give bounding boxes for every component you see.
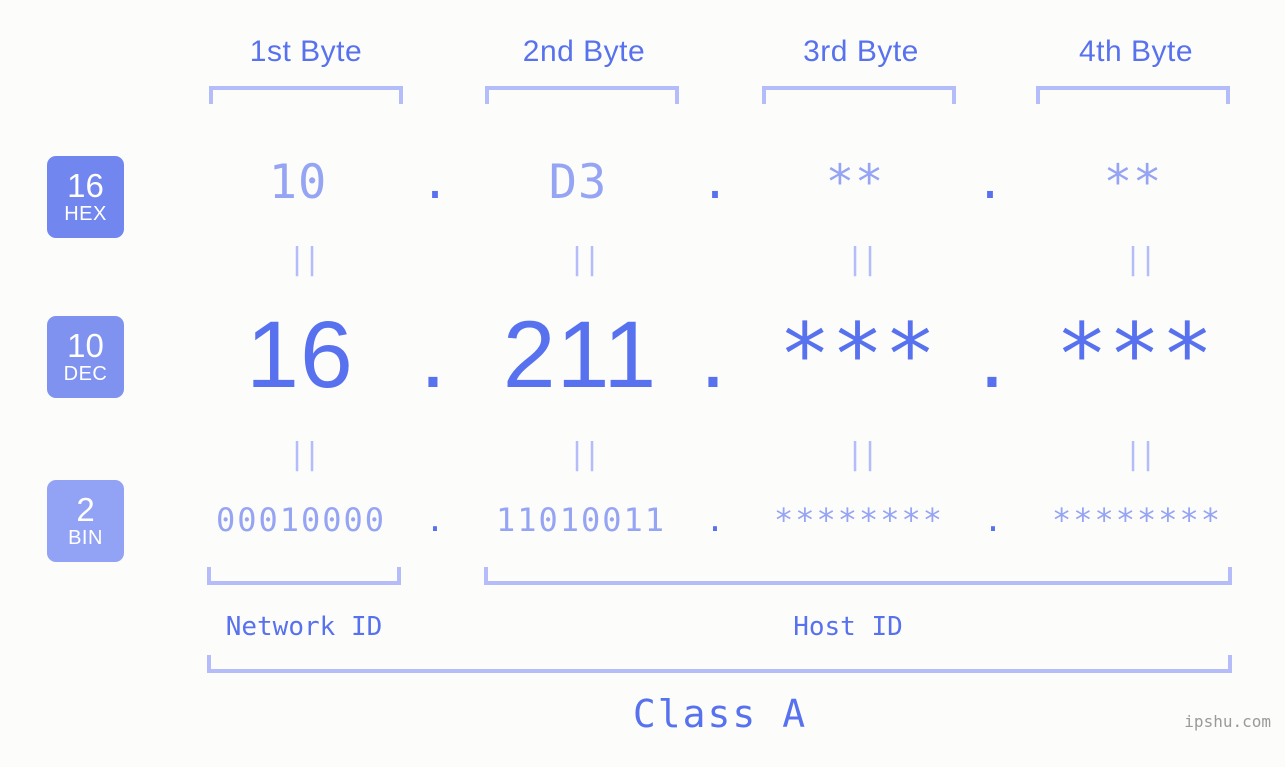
dec-byte-1: 16 [246,302,354,408]
equals-connector-dec-bin-2: || [568,437,601,472]
dec-byte-3: *** [778,305,938,405]
class-label: Class A [632,692,808,736]
host-id-label: Host ID [793,612,903,642]
bin-separator-1: . [425,501,445,539]
network-id-bracket-icon [207,567,401,585]
base-badge-dec-number: 10 [67,327,104,364]
bin-byte-1: 00010000 [215,501,387,539]
bin-byte-3: ******** [773,501,945,539]
equals-connector-hex-dec-1: || [288,242,321,277]
hex-byte-1: 10 [268,155,328,210]
hex-byte-2: D3 [548,155,608,210]
ip-address-breakdown-diagram: 1st Byte 2nd Byte 3rd Byte 4th Byte 16 H… [0,0,1285,767]
byte-header-label-4: 4th Byte [1078,35,1194,68]
hex-byte-3: ** [825,155,885,210]
base-badge-hex-number: 16 [67,167,104,204]
byte-header-label-2: 2nd Byte [522,35,646,68]
base-badge-hex[interactable]: 16 HEX [47,156,124,238]
bin-separator-3: . [983,501,1003,539]
dec-byte-2: 211 [502,302,658,408]
class-bracket-icon [207,655,1232,673]
equals-connector-dec-bin-1: || [288,437,321,472]
equals-connector-hex-dec-4: || [1124,242,1157,277]
byte-header-label-3: 3rd Byte [803,35,919,68]
byte-bracket-3-icon [762,86,956,104]
hex-separator-1: . [420,155,450,210]
base-badge-dec[interactable]: 10 DEC [47,316,124,398]
hex-separator-3: . [975,155,1005,210]
dec-separator-2: . [699,302,727,408]
byte-bracket-1-icon [209,86,403,104]
dec-byte-4: *** [1055,305,1215,405]
byte-bracket-2-icon [485,86,679,104]
equals-connector-hex-dec-2: || [568,242,601,277]
bin-separator-2: . [705,501,725,539]
bin-byte-4: ******** [1051,501,1223,539]
byte-header-label-1: 1st Byte [249,35,363,68]
equals-connector-dec-bin-4: || [1124,437,1157,472]
base-badge-hex-name: HEX [64,203,107,225]
hex-byte-4: ** [1103,155,1163,210]
bin-byte-2: 11010011 [495,501,667,539]
base-badge-bin[interactable]: 2 BIN [47,480,124,562]
hex-separator-2: . [700,155,730,210]
equals-connector-dec-bin-3: || [846,437,879,472]
byte-bracket-4-icon [1036,86,1230,104]
base-badge-dec-name: DEC [63,363,108,385]
base-badge-bin-number: 2 [76,491,95,528]
network-id-label: Network ID [225,612,383,642]
base-badge-bin-name: BIN [68,527,103,549]
site-watermark: ipshu.com [1184,712,1271,731]
equals-connector-hex-dec-3: || [846,242,879,277]
dec-separator-1: . [419,302,447,408]
host-id-bracket-icon [484,567,1232,585]
